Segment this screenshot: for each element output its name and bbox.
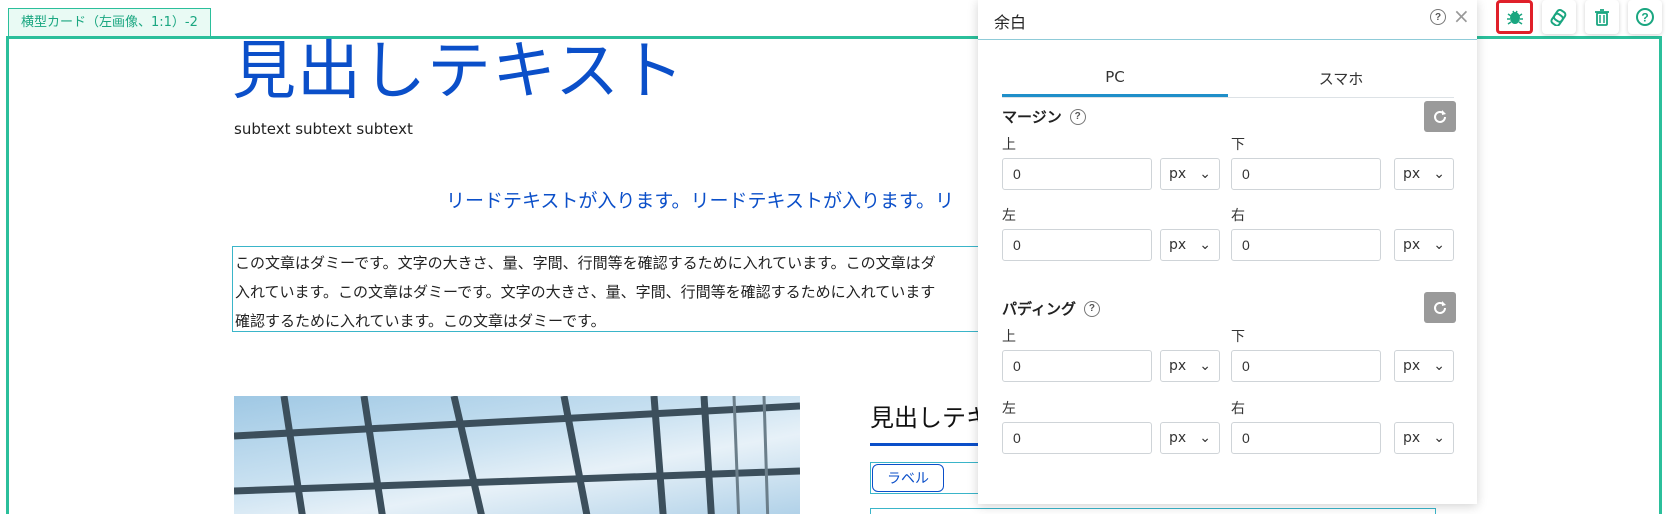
unit-value: px bbox=[1403, 166, 1421, 182]
chevron-down-icon: ⌄ bbox=[1433, 237, 1445, 253]
help-icon[interactable]: ? bbox=[1430, 9, 1446, 25]
unit-value: px bbox=[1169, 166, 1187, 182]
padding-top-input[interactable]: 0 bbox=[1002, 350, 1152, 382]
unit-value: px bbox=[1169, 358, 1187, 374]
block-toolbar: ? bbox=[1496, 0, 1662, 34]
help-icon: ? bbox=[1636, 8, 1654, 26]
margin-top-label: 上 bbox=[1002, 137, 1016, 153]
page-subtext[interactable]: subtext subtext subtext bbox=[234, 120, 413, 138]
svg-text:?: ? bbox=[1641, 11, 1648, 25]
device-tabs: PC スマホ bbox=[1002, 62, 1454, 98]
padding-right-label: 右 bbox=[1231, 401, 1245, 417]
panel-title: 余白 bbox=[994, 13, 1027, 32]
margin-right-label: 右 bbox=[1231, 208, 1245, 224]
debug-button[interactable] bbox=[1496, 0, 1533, 34]
card-text-box[interactable] bbox=[870, 508, 1436, 514]
refresh-icon bbox=[1434, 109, 1446, 123]
trash-icon bbox=[1595, 9, 1609, 26]
unit-value: px bbox=[1169, 430, 1187, 446]
bug-icon bbox=[1506, 10, 1523, 25]
copy-icon bbox=[1550, 8, 1567, 26]
margin-right-input[interactable]: 0 bbox=[1231, 229, 1381, 261]
padding-reset-button[interactable] bbox=[1424, 292, 1456, 323]
margin-bottom-input[interactable]: 0 bbox=[1231, 158, 1381, 190]
chevron-down-icon: ⌄ bbox=[1199, 358, 1211, 374]
body-text-line: 確認するために入れています。この文章はダミーです。 bbox=[235, 312, 606, 330]
chevron-down-icon: ⌄ bbox=[1199, 166, 1211, 182]
chevron-down-icon: ⌄ bbox=[1433, 166, 1445, 182]
margin-left-label: 左 bbox=[1002, 208, 1016, 224]
chevron-down-icon: ⌄ bbox=[1199, 430, 1211, 446]
margin-top-unit-select[interactable]: px ⌄ bbox=[1160, 158, 1220, 190]
window-frame-image bbox=[234, 396, 800, 514]
help-icon[interactable]: ? bbox=[1083, 300, 1100, 317]
padding-left-label: 左 bbox=[1002, 401, 1016, 417]
body-text[interactable]: この文章はダミーです。文字の大きさ、量、字間、行間等を確認するために入れています… bbox=[232, 246, 992, 332]
margin-bottom-label: 下 bbox=[1231, 137, 1245, 153]
unit-value: px bbox=[1403, 430, 1421, 446]
padding-title: パディング bbox=[1002, 300, 1076, 318]
margin-bottom-unit-select[interactable]: px ⌄ bbox=[1394, 158, 1454, 190]
chevron-down-icon: ⌄ bbox=[1433, 430, 1445, 446]
close-icon[interactable]: × bbox=[1453, 6, 1470, 26]
block-name-tab[interactable]: 横型カード（左画像、1:1）-2 bbox=[8, 8, 211, 36]
copy-button[interactable] bbox=[1542, 0, 1576, 34]
tab-pc[interactable]: PC bbox=[1002, 62, 1228, 97]
chevron-down-icon: ⌄ bbox=[1199, 237, 1211, 253]
padding-right-input[interactable]: 0 bbox=[1231, 422, 1381, 454]
body-text-line: 入れています。この文章はダミーです。文字の大きさ、量、字間、行間等を確認するため… bbox=[235, 283, 936, 301]
lead-text[interactable]: リードテキストが入ります。リードテキストが入ります。リ bbox=[446, 186, 954, 213]
margin-section-title: マージン ? bbox=[1002, 106, 1086, 127]
tab-smartphone[interactable]: スマホ bbox=[1228, 62, 1454, 97]
card-heading[interactable]: 見出しテキ bbox=[870, 398, 990, 433]
page-heading[interactable]: 見出しテキスト bbox=[232, 35, 685, 110]
card-heading-underline bbox=[870, 443, 980, 446]
spacing-panel: 余白 ? × PC スマホ マージン ? 上 0 px ⌄ 下 0 px ⌄ 左 0… bbox=[978, 0, 1477, 504]
margin-top-input[interactable]: 0 bbox=[1002, 158, 1152, 190]
margin-left-unit-select[interactable]: px ⌄ bbox=[1160, 229, 1220, 261]
help-button[interactable]: ? bbox=[1628, 0, 1662, 34]
padding-right-unit-select[interactable]: px ⌄ bbox=[1394, 422, 1454, 454]
margin-left-input[interactable]: 0 bbox=[1002, 229, 1152, 261]
padding-bottom-unit-select[interactable]: px ⌄ bbox=[1394, 350, 1454, 382]
unit-value: px bbox=[1403, 237, 1421, 253]
refresh-icon bbox=[1434, 300, 1446, 314]
body-text-line: この文章はダミーです。文字の大きさ、量、字間、行間等を確認するために入れています… bbox=[235, 254, 936, 272]
margin-right-unit-select[interactable]: px ⌄ bbox=[1394, 229, 1454, 261]
unit-value: px bbox=[1403, 358, 1421, 374]
padding-bottom-label: 下 bbox=[1231, 329, 1245, 345]
unit-value: px bbox=[1169, 237, 1187, 253]
delete-button[interactable] bbox=[1585, 0, 1619, 34]
margin-title: マージン bbox=[1002, 108, 1062, 126]
card-label[interactable]: ラベル bbox=[872, 464, 944, 492]
padding-top-unit-select[interactable]: px ⌄ bbox=[1160, 350, 1220, 382]
help-icon[interactable]: ? bbox=[1069, 108, 1086, 125]
chevron-down-icon: ⌄ bbox=[1433, 358, 1445, 374]
padding-section-title: パディング ? bbox=[1002, 298, 1100, 319]
padding-top-label: 上 bbox=[1002, 329, 1016, 345]
card-image[interactable] bbox=[234, 396, 800, 514]
margin-reset-button[interactable] bbox=[1424, 101, 1456, 132]
padding-left-input[interactable]: 0 bbox=[1002, 422, 1152, 454]
panel-header: 余白 ? × bbox=[978, 0, 1477, 40]
padding-left-unit-select[interactable]: px ⌄ bbox=[1160, 422, 1220, 454]
padding-bottom-input[interactable]: 0 bbox=[1231, 350, 1381, 382]
